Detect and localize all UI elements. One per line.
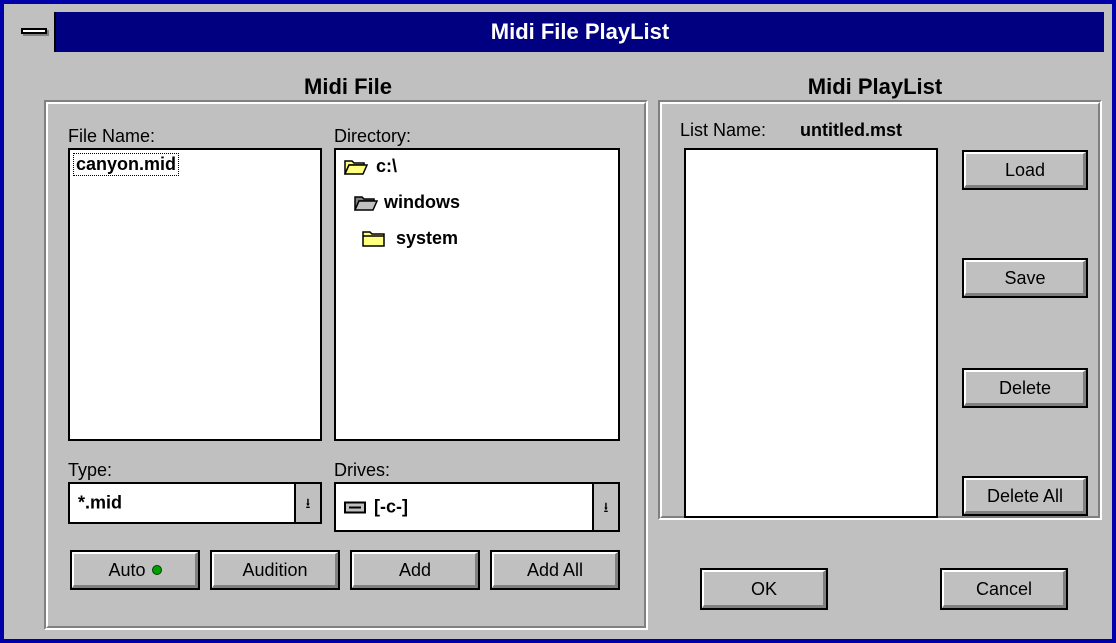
add-button[interactable]: Add: [350, 550, 480, 590]
file-name-list[interactable]: canyon.mid: [68, 148, 322, 441]
audition-button[interactable]: Audition: [210, 550, 340, 590]
directory-item-label: system: [396, 228, 459, 248]
add-all-button[interactable]: Add All: [490, 550, 620, 590]
title-bar[interactable]: Midi File PlayList: [12, 12, 1104, 52]
folder-open-icon: [354, 196, 378, 211]
auto-button-label: Auto: [108, 559, 146, 580]
cancel-button[interactable]: Cancel: [940, 568, 1068, 610]
type-select-value: *.mid: [78, 492, 123, 513]
list-name-label: List Name:: [680, 120, 767, 140]
playlist-list[interactable]: [684, 148, 938, 518]
folder-open-icon: [344, 160, 368, 175]
dropdown-arrow-icon: ⭳: [603, 499, 609, 515]
green-led-icon: [151, 565, 162, 575]
drives-select[interactable]: [-c-] ⭳: [334, 482, 620, 532]
type-select[interactable]: *.mid ⭳: [68, 482, 322, 524]
file-list-item[interactable]: canyon.mid: [72, 153, 180, 176]
drives-select-value: [-c-]: [344, 497, 408, 518]
drives-dropdown-button[interactable]: ⭳: [592, 484, 618, 530]
drives-label: Drives:: [334, 460, 391, 480]
ok-button[interactable]: OK: [700, 568, 828, 610]
midi-playlist-window: Midi File PlayList Midi File Midi PlayLi…: [0, 0, 1116, 643]
drive-value-text: [-c-]: [374, 496, 408, 517]
delete-all-button[interactable]: Delete All: [962, 476, 1088, 516]
directory-item-label: c:\: [376, 156, 398, 176]
auto-button[interactable]: Auto: [70, 550, 200, 590]
file-name-label: File Name:: [68, 126, 156, 146]
directory-list[interactable]: c:\ windows system: [334, 148, 620, 441]
directory-label: Directory:: [334, 126, 412, 146]
directory-item-root[interactable]: c:\: [344, 156, 604, 178]
type-dropdown-button[interactable]: ⭳: [294, 484, 320, 522]
system-menu-button[interactable]: [12, 12, 56, 52]
delete-button[interactable]: Delete: [962, 368, 1088, 408]
directory-item-system[interactable]: system: [362, 228, 602, 250]
window-title: Midi File PlayList: [490, 19, 670, 44]
save-button[interactable]: Save: [962, 258, 1088, 298]
load-button[interactable]: Load: [962, 150, 1088, 190]
type-label: Type:: [68, 460, 113, 480]
midi-playlist-section-title: Midi PlayList: [807, 74, 943, 99]
folder-icon: [362, 231, 385, 247]
dropdown-arrow-icon: ⭳: [305, 495, 311, 511]
directory-item-windows[interactable]: windows: [354, 192, 604, 214]
midi-file-section-title: Midi File: [304, 74, 392, 99]
directory-item-label: windows: [384, 192, 460, 212]
hard-drive-icon: [344, 501, 366, 514]
system-menu-icon: [21, 28, 47, 34]
list-name-value: untitled.mst: [800, 120, 902, 140]
